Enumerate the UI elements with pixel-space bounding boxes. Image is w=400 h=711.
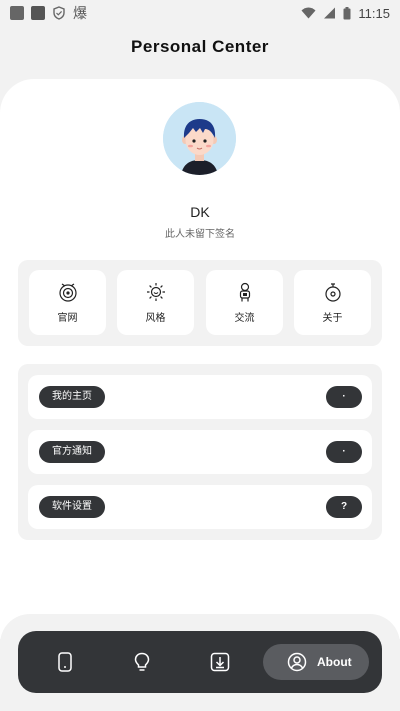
quick-link-label: 风格	[145, 313, 166, 324]
chat-icon	[239, 282, 250, 302]
page-title: Personal Center	[131, 37, 269, 56]
menu-item-label: 官方通知	[39, 441, 105, 463]
nav-about-label: About	[317, 655, 352, 669]
menu-item-badge: ?	[326, 496, 362, 518]
quick-link-about[interactable]: 关于	[294, 270, 371, 335]
avatar-illustration	[163, 102, 236, 175]
battery-icon	[343, 6, 351, 19]
user-icon	[287, 652, 307, 672]
quick-link-label: 官网	[57, 313, 78, 324]
status-bar-right: 11:15	[301, 6, 390, 21]
username: DK	[190, 204, 210, 220]
menu-item-label: 软件设置	[39, 496, 105, 518]
quick-link-website[interactable]: 官网	[29, 270, 106, 335]
quick-link-label: 交流	[234, 313, 255, 324]
phone-icon	[58, 652, 72, 672]
status-bar-left: 爆	[10, 3, 87, 23]
notification-icon	[31, 6, 45, 20]
nav-about-button[interactable]: About	[263, 644, 369, 680]
notification-icon	[10, 6, 24, 20]
download-icon	[210, 652, 230, 672]
bottom-nav: About	[18, 631, 382, 693]
quick-link-style[interactable]: 风格	[117, 270, 194, 335]
menu-item-notices[interactable]: 官方通知 ·	[28, 430, 372, 474]
signal-icon	[324, 7, 336, 19]
nav-download-button[interactable]	[206, 648, 234, 676]
about-icon	[324, 283, 341, 302]
quick-links-panel: 官网 风格 交流 关于	[18, 260, 382, 346]
nav-phone-button[interactable]	[51, 648, 79, 676]
wifi-icon	[301, 7, 316, 19]
clock: 11:15	[358, 5, 390, 21]
menu-panel: 我的主页 · 官方通知 · 软件设置 ?	[18, 364, 382, 540]
shield-icon	[53, 6, 65, 20]
menu-item-badge: ·	[326, 386, 362, 408]
nav-bulb-button[interactable]	[128, 648, 156, 676]
quick-link-label: 关于	[322, 313, 343, 324]
notification-glyph: 爆	[73, 5, 87, 21]
quick-link-chat[interactable]: 交流	[206, 270, 283, 335]
style-icon	[146, 283, 165, 301]
website-icon	[58, 283, 77, 302]
menu-item-homepage[interactable]: 我的主页 ·	[28, 375, 372, 419]
user-signature: 此人未留下签名	[165, 229, 235, 240]
menu-item-label: 我的主页	[39, 386, 105, 408]
status-bar: 爆 11:15	[0, 0, 400, 26]
bulb-icon	[134, 652, 150, 671]
menu-item-badge: ·	[326, 441, 362, 463]
menu-item-settings[interactable]: 软件设置 ?	[28, 485, 372, 529]
avatar[interactable]	[163, 102, 236, 175]
